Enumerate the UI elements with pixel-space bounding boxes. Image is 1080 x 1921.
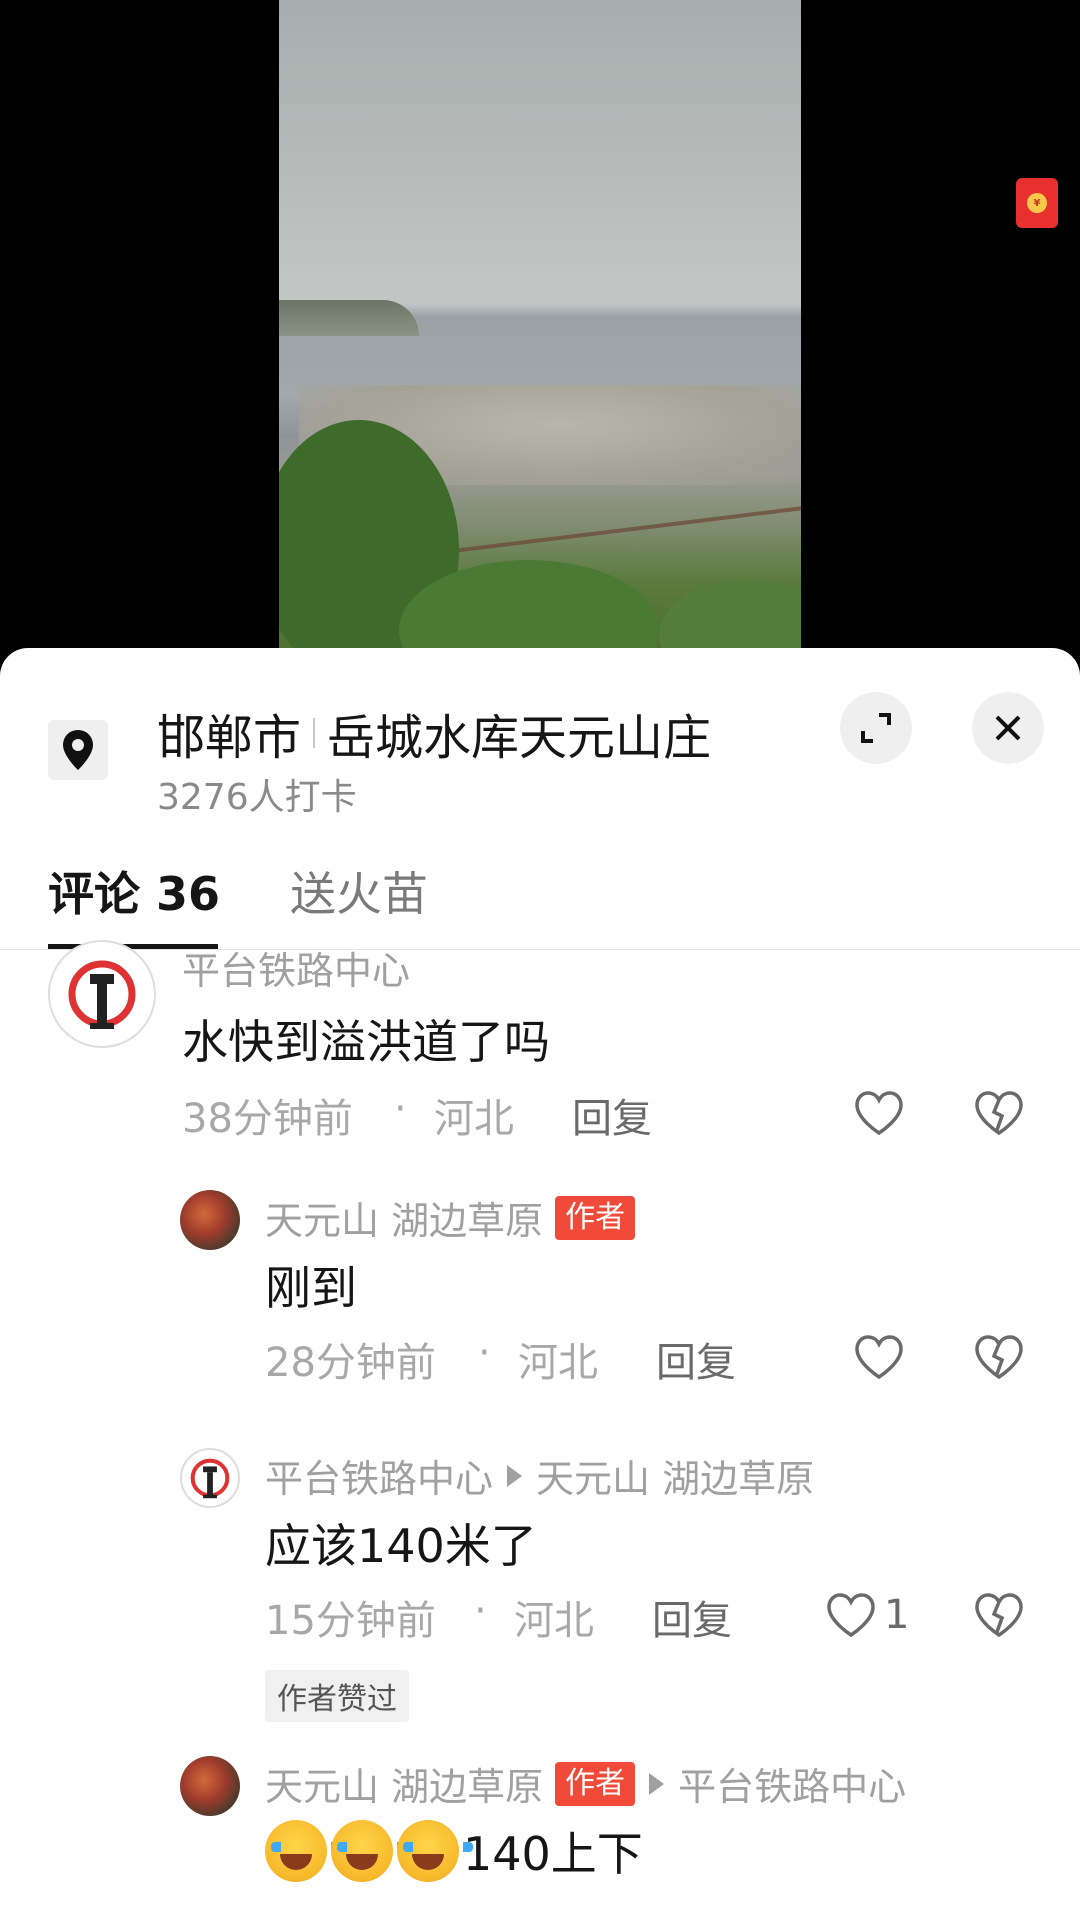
comment-text: 140上下 [265, 1818, 643, 1884]
comment-username[interactable]: 平台铁路中心 [182, 940, 410, 995]
close-icon [995, 715, 1021, 741]
like-button[interactable]: 1 [826, 1592, 909, 1638]
dislike-button[interactable] [974, 1090, 1024, 1136]
railway-logo-icon [190, 1458, 230, 1499]
reply-button[interactable]: 回复 [572, 1086, 652, 1144]
comment-sheet: 邯郸市 岳城水库天元山庄 3276人打卡 评论 36 送火苗 平台铁路中心 水快… [0, 648, 1080, 1921]
comment-time: 28分钟前 [265, 1340, 436, 1386]
like-button[interactable] [854, 1334, 904, 1380]
reply-button[interactable]: 回复 [656, 1330, 736, 1388]
red-packet-icon[interactable]: ¥ [1016, 178, 1058, 228]
comment-text-content: 140上下 [463, 1827, 643, 1881]
avatar[interactable] [180, 1448, 240, 1508]
location-title[interactable]: 邯郸市 岳城水库天元山庄 [157, 698, 711, 768]
comment-username[interactable]: 天元山 湖边草原 作者 [265, 1190, 636, 1245]
broken-heart-icon [975, 1593, 1023, 1638]
comment-region: 河北 [518, 1340, 598, 1386]
broken-heart-icon [975, 1335, 1023, 1380]
username-text: 天元山 湖边草原 [265, 1199, 544, 1243]
tab-comments[interactable]: 评论 36 [48, 858, 220, 924]
close-button[interactable] [972, 692, 1044, 764]
comment-region: 河北 [434, 1096, 514, 1142]
reply-arrow-icon [649, 1772, 665, 1795]
expand-button[interactable] [840, 692, 912, 764]
comment-text: 应该140米了 [265, 1519, 537, 1573]
avatar[interactable] [180, 1190, 240, 1250]
reply-arrow-icon [507, 1464, 523, 1487]
crying-laughing-emoji-icon [265, 1820, 341, 1882]
reply-button[interactable]: 回复 [652, 1588, 732, 1646]
username-text: 天元山 湖边草原 [265, 1765, 544, 1809]
comment-time: 15分钟前 [265, 1598, 436, 1644]
comment-time: 38分钟前 [182, 1096, 353, 1142]
meta-dot: · [474, 1588, 487, 1634]
tab-gift[interactable]: 送火苗 [290, 858, 428, 924]
crying-laughing-emoji-icon [397, 1820, 473, 1882]
location-place: 岳城水库天元山庄 [327, 710, 712, 766]
comment-text: 水快到溢洪道了吗 [182, 1015, 550, 1069]
meta-dot: · [394, 1086, 407, 1132]
crying-laughing-emoji-icon [331, 1820, 407, 1882]
video-player[interactable]: ¥ [0, 0, 1080, 660]
reply-to-user[interactable]: 天元山 湖边草原 [536, 1448, 814, 1503]
username-text: 平台铁路中心 [265, 1457, 494, 1501]
comment-username[interactable]: 天元山 湖边草原 作者 平台铁路中心 [265, 1756, 906, 1811]
location-city: 邯郸市 [157, 710, 302, 766]
author-liked-tag: 作者赞过 [265, 1670, 409, 1722]
broken-heart-icon [975, 1091, 1023, 1136]
checkin-count: 3276人打卡 [157, 777, 357, 818]
expand-icon [861, 713, 891, 743]
comment-username[interactable]: 平台铁路中心 天元山 湖边草原 [265, 1448, 814, 1503]
location-pin-icon [48, 720, 108, 780]
author-badge: 作者 [555, 1195, 636, 1240]
like-button[interactable] [854, 1090, 904, 1136]
author-badge: 作者 [555, 1761, 636, 1806]
video-frame [279, 0, 801, 660]
railway-logo-icon [68, 960, 136, 1029]
meta-dot: · [478, 1330, 491, 1376]
title-divider [313, 718, 316, 748]
comment-text: 刚到 [265, 1261, 357, 1315]
like-count: 1 [884, 1592, 910, 1638]
dislike-button[interactable] [974, 1334, 1024, 1380]
comment-region: 河北 [514, 1598, 594, 1644]
tab-bar: 评论 36 送火苗 [0, 858, 1080, 950]
reply-to-user[interactable]: 平台铁路中心 [678, 1756, 906, 1811]
avatar[interactable] [180, 1756, 240, 1816]
dislike-button[interactable] [974, 1592, 1024, 1638]
heart-icon [855, 1091, 903, 1136]
avatar[interactable] [48, 940, 156, 1048]
heart-icon [827, 1593, 875, 1638]
heart-icon [855, 1335, 903, 1380]
